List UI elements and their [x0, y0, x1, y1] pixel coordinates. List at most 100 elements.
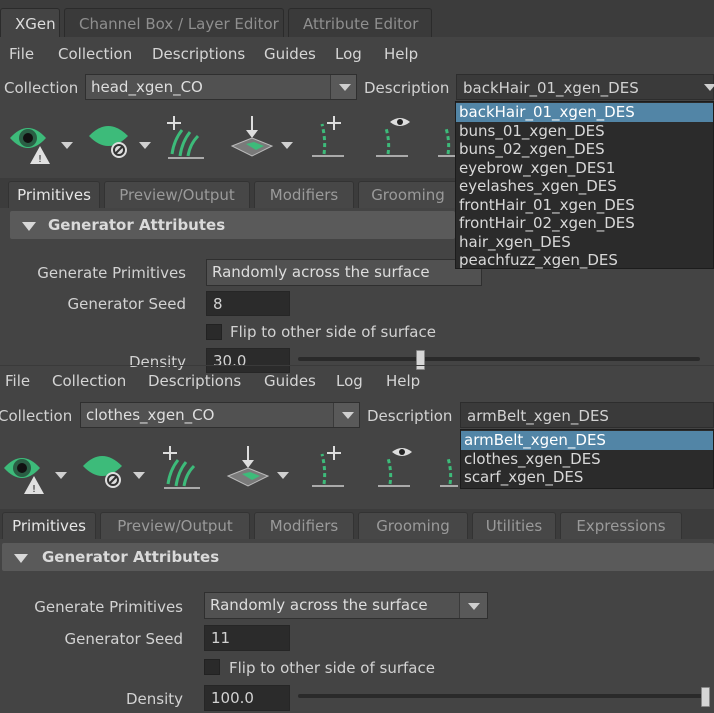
place-points-icon[interactable]: [222, 446, 292, 496]
description-label-2: Description: [367, 407, 453, 425]
guide-partial-icon[interactable]: [434, 442, 458, 492]
menu-collection[interactable]: Collection: [52, 372, 126, 390]
collection-value: head_xgen_CO: [91, 78, 203, 96]
generator-seed-label-2: Generator Seed: [64, 630, 183, 648]
density-slider-track[interactable]: [298, 357, 700, 361]
generator-seed-label: Generator Seed: [67, 295, 186, 313]
add-single-guide-icon[interactable]: [310, 442, 350, 492]
section-title-2: Generator Attributes: [42, 548, 220, 566]
dropdown-option[interactable]: eyebrow_xgen_DES1: [456, 159, 713, 178]
description-dropdown-list: backHair_01_xgen_DES buns_01_xgen_DES bu…: [455, 101, 714, 269]
tab-preview-output[interactable]: Preview/Output: [100, 512, 250, 539]
chevron-down-icon[interactable]: [459, 593, 487, 618]
tab-preview-output[interactable]: Preview/Output: [104, 181, 250, 208]
chevron-down-icon[interactable]: [333, 403, 359, 427]
add-guides-icon[interactable]: [164, 114, 214, 166]
dropdown-option[interactable]: frontHair_02_xgen_DES: [456, 214, 713, 233]
generate-primitives-label: Generate Primitives: [37, 264, 186, 282]
add-single-guide-icon[interactable]: [310, 112, 350, 162]
dropdown-option[interactable]: armBelt_xgen_DES: [461, 431, 713, 450]
menu-file[interactable]: File: [5, 372, 30, 390]
generate-primitives-value-2: Randomly across the surface: [210, 596, 428, 614]
dropdown-option[interactable]: buns_01_xgen_DES: [456, 122, 713, 141]
preview-eye-warning-icon[interactable]: !: [0, 446, 68, 496]
menu-descriptions[interactable]: Descriptions: [152, 45, 245, 63]
description-label: Description: [364, 79, 450, 97]
description-select-2[interactable]: armBelt_xgen_DES: [460, 402, 714, 428]
generator-seed-field-2[interactable]: 11: [204, 625, 290, 651]
collection-label: Collection: [4, 79, 79, 97]
dropdown-option[interactable]: frontHair_01_xgen_DES: [456, 196, 713, 215]
generate-primitives-select-2[interactable]: Randomly across the surface: [204, 592, 488, 619]
flip-label-2: Flip to other side of surface: [229, 659, 435, 677]
generator-attributes-header[interactable]: Generator Attributes: [10, 211, 455, 239]
menu-help[interactable]: Help: [384, 45, 418, 63]
tab-xgen[interactable]: XGen: [0, 8, 60, 37]
section-title: Generator Attributes: [48, 216, 226, 234]
menu-log[interactable]: Log: [336, 372, 363, 390]
screenshot-divider: [0, 365, 714, 366]
bottom-subtab-bar: Primitives Preview/Output Modifiers Groo…: [0, 509, 714, 539]
tab-modifiers[interactable]: Modifiers: [254, 181, 354, 208]
place-points-icon[interactable]: [226, 116, 296, 166]
tab-attribute-editor[interactable]: Attribute Editor: [288, 8, 432, 37]
generator-seed-field[interactable]: 8: [206, 291, 290, 316]
dropdown-option[interactable]: peachfuzz_xgen_DES: [456, 251, 713, 270]
collection-label-2: Collection: [0, 407, 73, 425]
collection-value-2: clothes_xgen_CO: [86, 406, 215, 424]
tab-grooming[interactable]: Grooming: [358, 181, 458, 208]
tab-channel-box[interactable]: Channel Box / Layer Editor: [64, 8, 284, 37]
menu-bar-2: File Collection Descriptions Guides Log …: [0, 367, 714, 397]
menu-descriptions[interactable]: Descriptions: [148, 372, 241, 390]
window-tab-bar: XGen Channel Box / Layer Editor Attribut…: [0, 0, 714, 37]
leaf-disable-icon[interactable]: [86, 116, 154, 166]
flip-checkbox-2[interactable]: [204, 659, 220, 675]
tab-primitives[interactable]: Primitives: [2, 512, 96, 539]
chevron-down-icon[interactable]: [704, 84, 714, 91]
density-slider-track-2[interactable]: [298, 694, 710, 698]
menu-guides[interactable]: Guides: [264, 45, 316, 63]
add-guides-icon[interactable]: [160, 444, 210, 496]
leaf-disable-icon[interactable]: [80, 446, 148, 496]
generate-primitives-label-2: Generate Primitives: [34, 598, 183, 616]
collection-select-2[interactable]: clothes_xgen_CO: [80, 402, 360, 428]
generator-seed-value-2: 11: [211, 629, 231, 647]
generate-primitives-value: Randomly across the surface: [212, 263, 430, 281]
tab-utilities[interactable]: Utilities: [472, 512, 556, 539]
dropdown-option[interactable]: backHair_01_xgen_DES: [456, 103, 713, 122]
generator-seed-value: 8: [213, 295, 223, 313]
tab-modifiers[interactable]: Modifiers: [254, 512, 354, 539]
tab-grooming[interactable]: Grooming: [358, 512, 468, 539]
generator-attributes-header-2[interactable]: Generator Attributes: [2, 543, 714, 571]
dropdown-option[interactable]: buns_02_xgen_DES: [456, 140, 713, 159]
guide-visibility-icon[interactable]: [374, 442, 418, 492]
density-slider-handle-2[interactable]: [701, 687, 710, 707]
description-value-2: armBelt_xgen_DES: [467, 407, 609, 425]
generate-primitives-select[interactable]: Randomly across the surface: [206, 259, 482, 286]
description-dropdown-list-2: armBelt_xgen_DES clothes_xgen_DES scarf_…: [460, 429, 714, 489]
tab-expressions[interactable]: Expressions: [560, 512, 682, 539]
chevron-down-icon[interactable]: [330, 75, 356, 99]
menu-help[interactable]: Help: [386, 372, 420, 390]
description-value: backHair_01_xgen_DES: [463, 79, 639, 97]
guide-partial-icon[interactable]: [432, 112, 456, 162]
density-label-2: Density: [125, 690, 183, 708]
collapse-triangle-icon: [14, 554, 28, 563]
tab-primitives[interactable]: Primitives: [8, 181, 100, 208]
svg-text:!: !: [38, 154, 42, 165]
dropdown-option[interactable]: scarf_xgen_DES: [461, 468, 713, 487]
menu-log[interactable]: Log: [335, 45, 362, 63]
guide-visibility-icon[interactable]: [372, 112, 416, 162]
preview-eye-warning-icon[interactable]: !: [6, 116, 74, 166]
collection-select[interactable]: head_xgen_CO: [85, 74, 357, 100]
menu-file[interactable]: File: [9, 45, 34, 63]
flip-checkbox[interactable]: [206, 324, 222, 340]
menu-guides[interactable]: Guides: [264, 372, 316, 390]
description-select[interactable]: backHair_01_xgen_DES: [456, 74, 714, 100]
density-field-2[interactable]: 100.0: [204, 685, 290, 711]
collapse-triangle-icon: [22, 222, 36, 231]
menu-collection[interactable]: Collection: [58, 45, 132, 63]
dropdown-option[interactable]: hair_xgen_DES: [456, 233, 713, 252]
dropdown-option[interactable]: clothes_xgen_DES: [461, 450, 713, 469]
dropdown-option[interactable]: eyelashes_xgen_DES: [456, 177, 713, 196]
